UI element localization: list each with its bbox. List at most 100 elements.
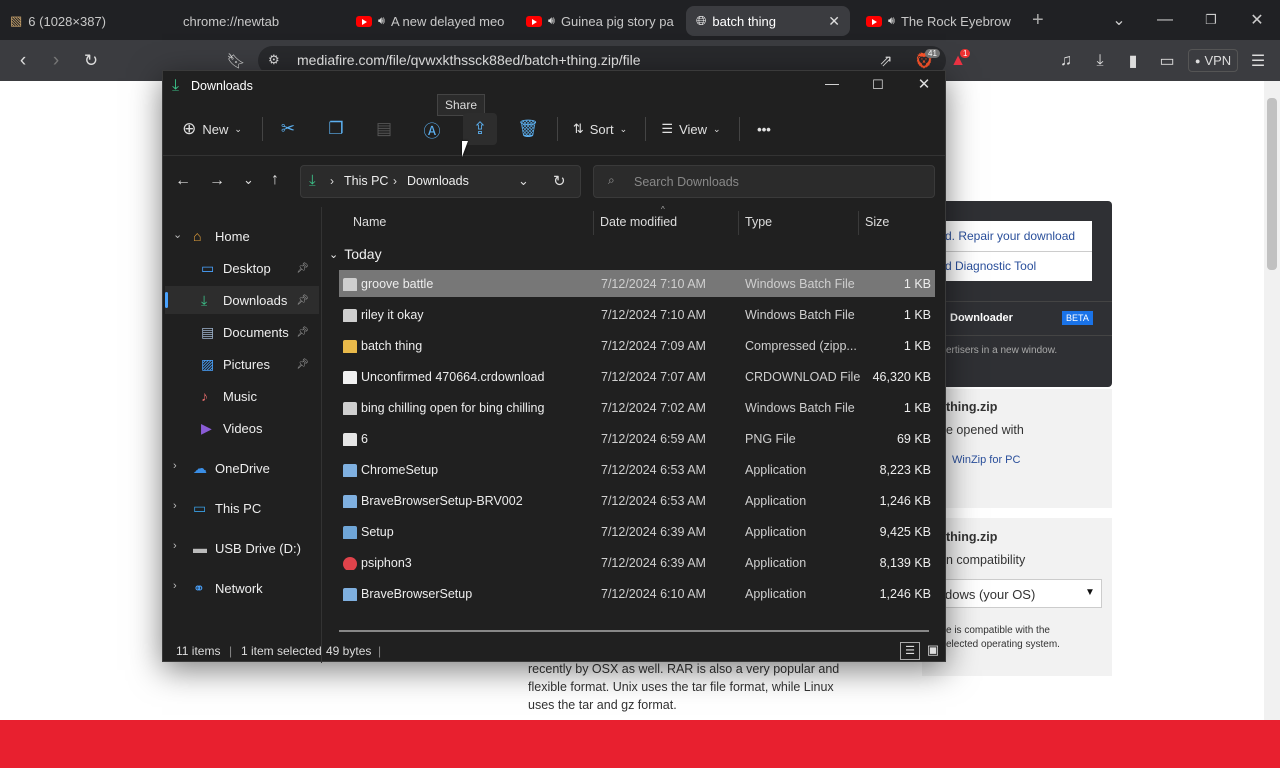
column-header-name[interactable]: Name <box>353 215 386 229</box>
download-icon: ⤓ <box>309 172 316 189</box>
winzip-link[interactable]: WinZip for PC <box>952 454 1020 466</box>
delete-button[interactable]: 🗑︎ <box>511 113 545 145</box>
downloads-icon[interactable]: ⤓ <box>1088 50 1112 72</box>
reload-button[interactable]: ↻ <box>77 48 105 74</box>
column-header-size[interactable]: Size <box>865 215 889 229</box>
scrollbar-thumb[interactable] <box>1267 98 1277 270</box>
browser-tab[interactable]: 🔊︎ Guinea pig story pa <box>516 6 676 36</box>
minimize-button[interactable]: — <box>817 75 847 91</box>
url-text[interactable]: mediafire.com/file/qvwxkthssck88ed/batch… <box>297 52 641 68</box>
back-button[interactable]: ‹ <box>9 48 37 74</box>
compat-note: e is compatible with the <box>946 625 1050 636</box>
breadcrumb-this-pc[interactable]: This PC <box>344 174 388 188</box>
speaker-icon[interactable]: 🔊︎ <box>548 15 555 28</box>
sidebar-item-label: Home <box>215 228 250 244</box>
tab-search-icon[interactable]: ⌄ <box>1096 0 1142 40</box>
file-row[interactable]: batch thing 7/12/2024 7:09 AM Compressed (… <box>339 332 935 359</box>
browser-tab[interactable]: chrome://newtab <box>173 6 338 36</box>
file-row[interactable]: BraveBrowserSetup-BRV002 7/12/2024 6:53 A… <box>339 487 935 514</box>
column-divider[interactable] <box>858 211 859 235</box>
chevron-right-icon[interactable]: › <box>173 580 177 592</box>
file-row[interactable]: bing chilling open for bing chilling 7/12… <box>339 394 935 421</box>
sidebar-item-usb-drive-d[interactable]: › ▬ USB Drive (D:) <box>165 534 319 562</box>
sidebar-item-onedrive[interactable]: › ☁ OneDrive <box>165 454 319 482</box>
copy-button[interactable]: ❐ <box>319 113 353 145</box>
wallet-icon[interactable]: ▭ <box>1155 50 1179 72</box>
sidebar-item-desktop[interactable]: ▭ Desktop 📌︎ <box>165 254 319 282</box>
sidebar-item-this-pc[interactable]: › ▭ This PC <box>165 494 319 522</box>
chevron-down-icon[interactable]: ⌄ <box>173 228 182 241</box>
chevron-right-icon[interactable]: › <box>173 460 177 472</box>
separator <box>557 117 558 141</box>
address-breadcrumb[interactable]: ⤓ › This PC › Downloads ⌄ ↻ <box>300 165 581 198</box>
vpn-button[interactable]: ● VPN <box>1188 49 1239 72</box>
share-page-icon[interactable]: ⇗ <box>874 50 898 72</box>
sidebar-item-network[interactable]: › ⚭ Network <box>165 574 319 602</box>
column-divider[interactable] <box>738 211 739 235</box>
youtube-icon <box>356 15 372 27</box>
more-options-button[interactable]: ••• <box>747 113 781 145</box>
sidebar-toggle-icon[interactable]: ▮ <box>1121 50 1145 72</box>
close-window-button[interactable]: ✕ <box>1234 0 1280 40</box>
file-row[interactable]: Unconfirmed 470664.crdownload 7/12/2024 7… <box>339 363 935 390</box>
sidebar-item-videos[interactable]: ▶ Videos <box>165 414 319 442</box>
sort-button[interactable]: ⇅ Sort ⌄ <box>565 113 635 145</box>
restore-window-button[interactable]: ❐ <box>1188 0 1234 40</box>
column-divider[interactable] <box>593 211 594 235</box>
close-button[interactable]: ✕ <box>909 75 939 93</box>
sidebar-item-downloads[interactable]: ⤓ Downloads 📌︎ <box>165 286 319 314</box>
address-dropdown-icon[interactable]: ⌄ <box>518 173 529 189</box>
file-row[interactable]: ChromeSetup 7/12/2024 6:53 AM Application 8… <box>339 456 935 483</box>
sidebar-item-documents[interactable]: ▤ Documents 📌︎ <box>165 318 319 346</box>
sidebar-item-home[interactable]: ⌄ ⌂ Home <box>165 222 319 250</box>
column-header-type[interactable]: Type <box>745 215 772 229</box>
file-row[interactable]: groove battle 7/12/2024 7:10 AM Windows Ba… <box>339 270 935 297</box>
browser-tab[interactable]: 🔊︎ The Rock Eyebrow <box>856 6 1018 36</box>
file-row[interactable]: BraveBrowserSetup 7/12/2024 6:10 AM Applic… <box>339 580 935 607</box>
breadcrumb-downloads[interactable]: Downloads <box>407 174 469 188</box>
menu-icon[interactable]: ☰ <box>1246 50 1270 72</box>
new-button[interactable]: ⊕ New ⌄ <box>177 113 247 145</box>
paste-button[interactable]: ▤ <box>367 113 401 145</box>
tiles-view-icon[interactable]: ▣ <box>923 642 943 660</box>
chevron-right-icon[interactable]: › <box>173 500 177 512</box>
rename-button[interactable]: Ⓐ <box>415 113 449 145</box>
refresh-icon[interactable]: ↻ <box>553 172 566 190</box>
file-row[interactable]: psiphon3 7/12/2024 6:39 AM Application 8,13… <box>339 549 935 576</box>
repair-download-text[interactable]: d. Repair your download <box>945 229 1075 243</box>
downloader-label[interactable]: Downloader <box>950 312 1013 324</box>
browser-tab[interactable]: ▧ 6 (1028×387) <box>0 6 165 36</box>
view-button[interactable]: ☰ View ⌄ <box>653 113 729 145</box>
sidebar-item-pictures[interactable]: ▨ Pictures 📌︎ <box>165 350 319 378</box>
file-row[interactable]: 6 7/12/2024 6:59 AM PNG File 69 KB <box>339 425 935 452</box>
browser-tab[interactable]: 🔊︎ A new delayed meo <box>346 6 506 36</box>
media-icon[interactable]: ♫ <box>1054 50 1078 72</box>
cut-button[interactable]: ✂ <box>271 113 305 145</box>
back-arrow-icon[interactable]: ← <box>175 172 191 190</box>
sidebar-item-music[interactable]: ♪ Music <box>165 382 319 410</box>
minimize-window-button[interactable]: — <box>1142 0 1188 40</box>
details-view-icon[interactable]: ☰ <box>900 642 920 660</box>
file-row[interactable]: riley it okay 7/12/2024 7:10 AM Windows Ba… <box>339 301 935 328</box>
column-header-date[interactable]: Date modified <box>600 215 677 229</box>
file-row[interactable]: Setup 7/12/2024 6:39 AM Application 9,425 K… <box>339 518 935 545</box>
speaker-icon[interactable]: 🔊︎ <box>378 15 385 28</box>
home-icon: ⌂ <box>193 228 202 244</box>
maximize-button[interactable]: ☐ <box>863 77 893 93</box>
up-arrow-icon[interactable]: ↑ <box>271 171 279 189</box>
search-input[interactable]: ⌕ Search Downloads <box>593 165 935 198</box>
forward-arrow-icon[interactable]: → <box>209 172 225 190</box>
browser-tab[interactable]: 🌐︎ batch thing ✕ <box>686 6 850 36</box>
site-info-icon[interactable]: ⚙︎ <box>268 52 280 68</box>
chevron-right-icon[interactable]: › <box>173 540 177 552</box>
horizontal-scrollbar[interactable] <box>339 630 929 632</box>
recent-locations-chevron-icon[interactable]: ⌄ <box>243 172 254 188</box>
close-tab-icon[interactable]: ✕ <box>828 13 840 30</box>
new-tab-button[interactable]: + <box>1032 9 1044 32</box>
page-paragraph-line: flexible format. Unix uses the tar file … <box>528 680 834 694</box>
diagnostic-tool-link[interactable]: d Diagnostic Tool <box>945 259 1036 273</box>
speaker-icon[interactable]: 🔊︎ <box>888 15 895 28</box>
forward-button[interactable]: › <box>42 48 70 74</box>
group-header-today[interactable]: ⌄ Today <box>329 246 382 262</box>
desktop-icon: ▭ <box>201 259 215 276</box>
